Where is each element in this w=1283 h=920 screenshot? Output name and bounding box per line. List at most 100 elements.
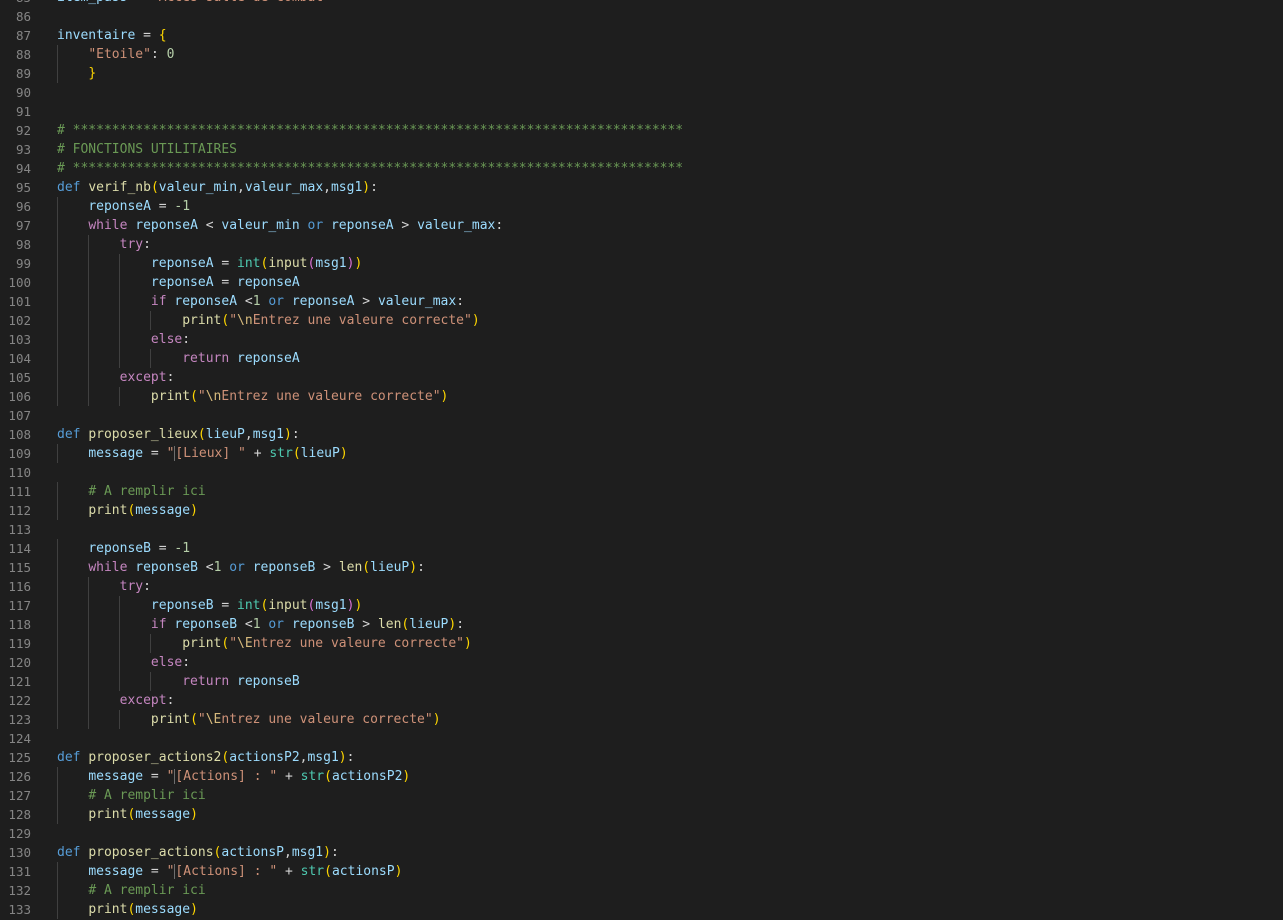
code-line[interactable]: 122 except:: [0, 691, 1283, 710]
code-token: "Accès salle de combat": [151, 0, 331, 5]
code-token: except: [119, 370, 167, 385]
code-token: print: [88, 503, 128, 518]
code-token: +: [245, 446, 270, 461]
code-line[interactable]: 127 # A remplir ici: [0, 786, 1283, 805]
code-line[interactable]: 87 inventaire = {: [0, 26, 1283, 45]
line-number: 131: [8, 864, 31, 879]
line-number: 99: [15, 256, 31, 271]
line-number: 92: [15, 123, 31, 138]
code-line[interactable]: 130 def proposer_actions(actionsP,msg1):: [0, 843, 1283, 862]
code-token: message: [135, 807, 191, 822]
code-line[interactable]: 92 # ************************************…: [0, 121, 1283, 140]
code-line[interactable]: 96 reponseA = -1: [0, 197, 1283, 216]
code-line[interactable]: 117 reponseB = int(input(msg1)): [0, 596, 1283, 615]
code-line[interactable]: 89 }: [0, 64, 1283, 83]
code-line[interactable]: 116 try:: [0, 577, 1283, 596]
code-token: 1: [252, 617, 261, 632]
code-text: def proposer_lieux(lieuP,msg1):: [57, 425, 300, 444]
code-line[interactable]: 115 while reponseB <1 or reponseB > len(…: [0, 558, 1283, 577]
code-editor[interactable]: 85 item_pass = "Accès salle de combat" 86 8…: [0, 0, 1283, 920]
code-line[interactable]: 128 print(message): [0, 805, 1283, 824]
code-token: ): [354, 256, 363, 271]
code-line[interactable]: 91: [0, 102, 1283, 121]
code-text: item_pass = "Accès salle de combat": [57, 0, 331, 7]
code-line[interactable]: 109 message = "[Lieux] " + str(lieuP): [0, 444, 1283, 463]
code-line[interactable]: 133 print(message): [0, 900, 1283, 919]
code-text: while reponseA < valeur_min or reponseA …: [57, 216, 503, 235]
code-line[interactable]: 129: [0, 824, 1283, 843]
code-text: print("\Entrez une valeure correcte"): [57, 710, 441, 729]
code-line[interactable]: 118 if reponseB <1 or reponseB > len(lie…: [0, 615, 1283, 634]
code-token: +: [277, 769, 301, 784]
code-line[interactable]: 119 print("\Entrez une valeure correcte"…: [0, 634, 1283, 653]
line-number: 89: [15, 66, 31, 81]
code-line[interactable]: 125 def proposer_actions2(actionsP2,msg1)…: [0, 748, 1283, 767]
code-token: message: [88, 864, 144, 879]
code-token: reponseB: [237, 674, 300, 689]
code-line[interactable]: 114 reponseB = -1: [0, 539, 1283, 558]
code-token: len: [377, 617, 402, 632]
code-line[interactable]: 123 print("\Entrez une valeure correcte"…: [0, 710, 1283, 729]
code-line[interactable]: 113: [0, 520, 1283, 539]
code-token: reponseB: [88, 541, 151, 556]
code-token: >: [393, 218, 418, 233]
code-line[interactable]: 86: [0, 7, 1283, 26]
code-line[interactable]: 85 item_pass = "Accès salle de combat": [0, 0, 1283, 7]
code-line[interactable]: 97 while reponseA < valeur_min or repons…: [0, 216, 1283, 235]
code-line[interactable]: 107: [0, 406, 1283, 425]
code-line[interactable]: 103 else:: [0, 330, 1283, 349]
code-line[interactable]: 124: [0, 729, 1283, 748]
code-line[interactable]: 99 reponseA = int(input(msg1)): [0, 254, 1283, 273]
code-token: ,: [237, 180, 245, 195]
code-line[interactable]: 126 message = "[Actions] : " + str(actio…: [0, 767, 1283, 786]
code-token: reponseB: [150, 598, 214, 613]
code-token: print: [182, 636, 222, 651]
code-line[interactable]: 98 try:: [0, 235, 1283, 254]
code-line[interactable]: 88 "Etoile": 0: [0, 45, 1283, 64]
code-line[interactable]: 102 print("\nEntrez une valeure correcte…: [0, 311, 1283, 330]
code-token: {: [158, 28, 167, 43]
code-line[interactable]: 90: [0, 83, 1283, 102]
code-line[interactable]: 121 return reponseB: [0, 672, 1283, 691]
code-line[interactable]: 101 if reponseA <1 or reponseA > valeur_…: [0, 292, 1283, 311]
code-line[interactable]: 112 print(message): [0, 501, 1283, 520]
code-token: ,: [323, 180, 331, 195]
code-line[interactable]: 93 # FONCTIONS UTILITAIRES: [0, 140, 1283, 159]
code-line[interactable]: 110: [0, 463, 1283, 482]
line-number: 110: [8, 465, 31, 480]
code-token: :: [182, 655, 191, 670]
line-number: 109: [8, 446, 31, 461]
code-text: # A remplir ici: [57, 786, 205, 805]
code-token: (: [324, 864, 332, 879]
code-token: ": [229, 313, 238, 328]
code-token: def: [57, 845, 81, 860]
code-line[interactable]: 100 reponseA = reponseA: [0, 273, 1283, 292]
code-line[interactable]: 132 # A remplir ici: [0, 881, 1283, 900]
code-line[interactable]: 106 print("\nEntrez une valeure correcte…: [0, 387, 1283, 406]
code-line[interactable]: 104 return reponseA: [0, 349, 1283, 368]
code-token: :: [291, 427, 300, 442]
code-line[interactable]: 95 def verif_nb(valeur_min,valeur_max,msg…: [0, 178, 1283, 197]
code-token: ): [338, 750, 347, 765]
code-token: reponseA: [135, 218, 198, 233]
code-token: str: [300, 769, 325, 784]
code-token: lieuP: [409, 617, 449, 632]
code-line[interactable]: 108 def proposer_lieux(lieuP,msg1):: [0, 425, 1283, 444]
code-token: except: [119, 693, 167, 708]
line-number: 105: [8, 370, 31, 385]
code-token: ": [197, 712, 206, 727]
code-token: else: [150, 332, 183, 347]
code-line[interactable]: 120 else:: [0, 653, 1283, 672]
code-text: reponseA = -1: [57, 197, 190, 216]
code-token: \E: [205, 712, 222, 727]
code-token: :: [143, 237, 151, 252]
code-line[interactable]: 105 except:: [0, 368, 1283, 387]
code-line[interactable]: 131 message = "[Actions] : " + str(actio…: [0, 862, 1283, 881]
code-line[interactable]: 94 # ************************************…: [0, 159, 1283, 178]
code-token: ): [284, 427, 292, 442]
code-token: def: [57, 180, 81, 195]
code-line[interactable]: 111 # A remplir ici: [0, 482, 1283, 501]
code-token: "Etoile": [88, 47, 151, 62]
